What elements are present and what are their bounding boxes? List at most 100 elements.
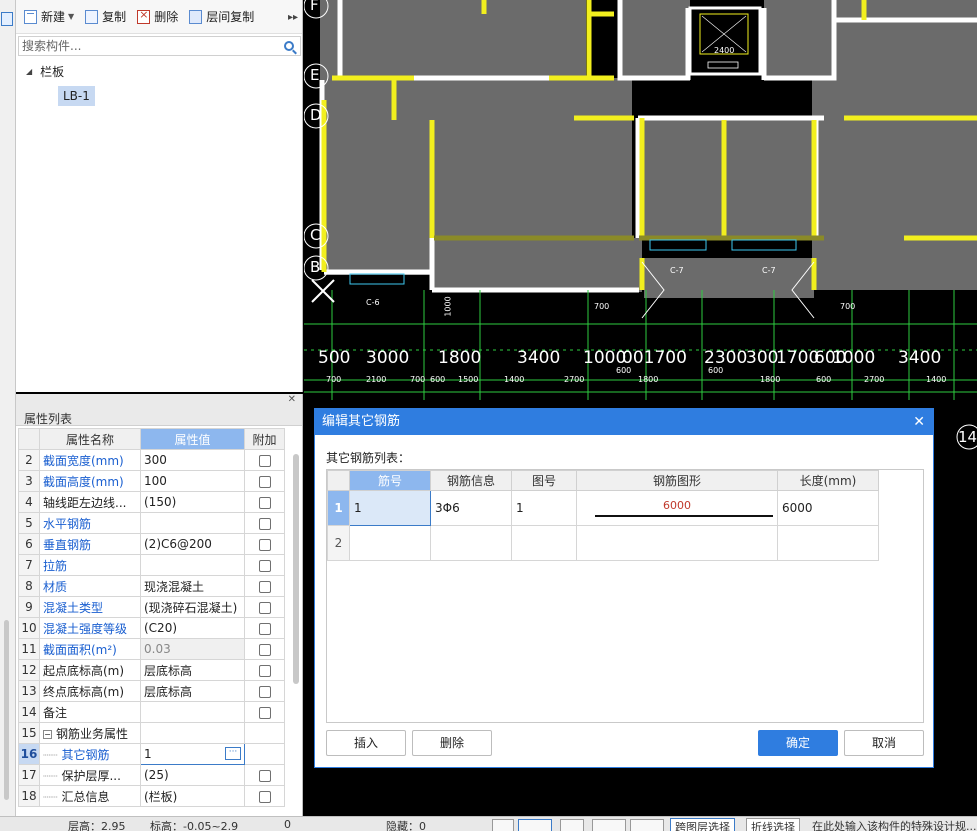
property-scrollbar[interactable] (293, 454, 299, 684)
tree-collapse-icon[interactable]: ◢ (26, 67, 32, 76)
property-value[interactable]: 100 (140, 470, 245, 492)
row-number: 7 (18, 554, 40, 576)
property-row[interactable]: 8 材质 现浇混凝土 (18, 575, 285, 597)
property-row-selected[interactable]: 16 ┈┈ 其它钢筋 1 ··· (18, 743, 285, 765)
extra-checkbox[interactable] (258, 622, 271, 635)
dimension-text: 1700 (776, 348, 820, 368)
dimension-text-small: 700 (410, 375, 426, 384)
extra-checkbox[interactable] (258, 475, 271, 488)
search-input[interactable] (19, 37, 284, 55)
shape-value-label[interactable]: 6000 (577, 499, 777, 512)
extra-checkbox[interactable] (258, 706, 271, 719)
property-row[interactable]: 2 截面宽度(mm) 300 (18, 449, 285, 471)
extra-checkbox[interactable] (258, 580, 271, 593)
extra-checkbox-cell (244, 743, 285, 765)
property-row[interactable]: 13 终点底标高(m) 层底标高 (18, 680, 285, 702)
property-row[interactable]: 14 备注 (18, 701, 285, 723)
ellipsis-button[interactable]: ··· (225, 747, 241, 760)
property-row[interactable]: 5 水平钢筋 (18, 512, 285, 534)
property-row[interactable]: 7 拉筋 (18, 554, 285, 576)
bar-no-cell[interactable] (349, 525, 431, 561)
search-icon[interactable] (284, 41, 294, 51)
extra-checkbox[interactable] (258, 790, 271, 803)
cross-snap-button[interactable] (560, 819, 584, 831)
extra-checkbox[interactable] (258, 559, 271, 572)
snap-dropdown-button[interactable] (518, 819, 552, 831)
extra-checkbox[interactable] (258, 685, 271, 698)
property-value[interactable]: (C20) (140, 617, 245, 639)
property-name: 终点底标高(m) (39, 680, 141, 702)
extra-checkbox[interactable] (258, 454, 271, 467)
extra-checkbox-cell (244, 512, 285, 534)
property-row[interactable]: 6 垂直钢筋 (2)C6@200 (18, 533, 285, 555)
extra-checkbox-cell (244, 449, 285, 471)
property-row[interactable]: 11 截面面积(m²) 0.03 (18, 638, 285, 660)
property-value[interactable]: (25) (140, 764, 245, 786)
extra-checkbox[interactable] (258, 538, 271, 551)
property-row[interactable]: 3 截面高度(mm) 100 (18, 470, 285, 492)
panel-toggle-icon[interactable] (1, 12, 13, 26)
property-value[interactable]: (2)C6@200 (140, 533, 245, 555)
new-button[interactable]: 新建 ▼ (20, 5, 78, 29)
polyline-select-button[interactable]: 折线选择 (746, 818, 800, 831)
property-value[interactable]: (现浇碎石混凝土) (140, 596, 245, 618)
bar-no-cell[interactable]: 1 (349, 490, 431, 526)
extra-checkbox[interactable] (258, 517, 271, 530)
chevron-down-icon: ▼ (68, 12, 75, 21)
property-value[interactable] (140, 554, 245, 576)
copy-button[interactable]: 复制 (81, 5, 130, 29)
property-value[interactable]: (150) (140, 491, 245, 513)
length-cell[interactable]: 6000 (777, 490, 879, 526)
extra-checkbox[interactable] (258, 643, 271, 656)
rebar-row[interactable]: 2 (327, 525, 879, 561)
floor-copy-button[interactable]: 层间复制 (185, 5, 258, 29)
property-value[interactable]: (栏板) (140, 785, 245, 807)
property-row[interactable]: 9 混凝土类型 (现浇碎石混凝土) (18, 596, 285, 618)
property-value[interactable]: 300 (140, 449, 245, 471)
cross-layer-select-button[interactable]: 跨图层选择 (670, 818, 735, 831)
rebar-shape-cell[interactable] (576, 525, 778, 561)
other-rebar-edit-cell[interactable]: 1 ··· (140, 743, 245, 765)
collapse-icon[interactable]: − (43, 729, 52, 739)
length-cell[interactable] (777, 525, 879, 561)
property-row[interactable]: 4 轴线距左边线... (150) (18, 491, 285, 513)
left-scrollbar[interactable] (4, 620, 9, 800)
ortho-toggle-button[interactable] (492, 819, 514, 831)
close-icon[interactable]: ✕ (913, 409, 925, 435)
property-row[interactable]: 18 ┈┈ 汇总信息 (栏板) (18, 785, 285, 807)
rebar-shape-cell[interactable]: 6000 (576, 490, 778, 526)
component-panel: 新建 ▼ 复制 删除 层间复制 ▸▸ ◢ 栏板 (16, 0, 303, 392)
property-value[interactable]: 层底标高 (140, 680, 245, 702)
property-row[interactable]: 12 起点底标高(m) 层底标高 (18, 659, 285, 681)
extra-checkbox[interactable] (258, 496, 271, 509)
extra-checkbox[interactable] (258, 664, 271, 677)
extra-checkbox[interactable] (258, 601, 271, 614)
cancel-button[interactable]: 取消 (844, 730, 924, 756)
property-value[interactable] (140, 701, 245, 723)
toolbar-overflow-icon[interactable]: ▸▸ (288, 12, 298, 23)
extra-checkbox[interactable] (258, 769, 271, 782)
property-value[interactable]: 现浇混凝土 (140, 575, 245, 597)
figure-no-cell[interactable] (511, 525, 577, 561)
ok-button[interactable]: 确定 (758, 730, 838, 756)
close-icon[interactable]: ✕ (288, 394, 296, 405)
property-group-row[interactable]: 15 − 钢筋业务属性 (18, 722, 285, 744)
tree-node-lb1[interactable]: LB-1 (58, 86, 95, 106)
plus-dropdown-button[interactable] (630, 819, 664, 831)
dimension-text: 300 (746, 348, 779, 368)
angle-dropdown-button[interactable] (592, 819, 626, 831)
figure-no-cell[interactable]: 1 (511, 490, 577, 526)
axis-label: F (310, 0, 319, 14)
property-value[interactable]: 层底标高 (140, 659, 245, 681)
delete-button[interactable]: 删除 (133, 5, 182, 29)
delete-row-button[interactable]: 删除 (412, 730, 492, 756)
property-row[interactable]: 10 混凝土强度等级 (C20) (18, 617, 285, 639)
tree-node-railing[interactable]: ◢ 栏板 (26, 62, 95, 80)
property-value (140, 722, 245, 744)
rebar-row[interactable]: 1 1 3Φ6 1 6000 6000 (327, 490, 879, 526)
rebar-info-cell[interactable]: 3Φ6 (430, 490, 512, 526)
property-value[interactable] (140, 512, 245, 534)
rebar-info-cell[interactable] (430, 525, 512, 561)
property-row[interactable]: 17 ┈┈ 保护层厚... (25) (18, 764, 285, 786)
insert-button[interactable]: 插入 (326, 730, 406, 756)
